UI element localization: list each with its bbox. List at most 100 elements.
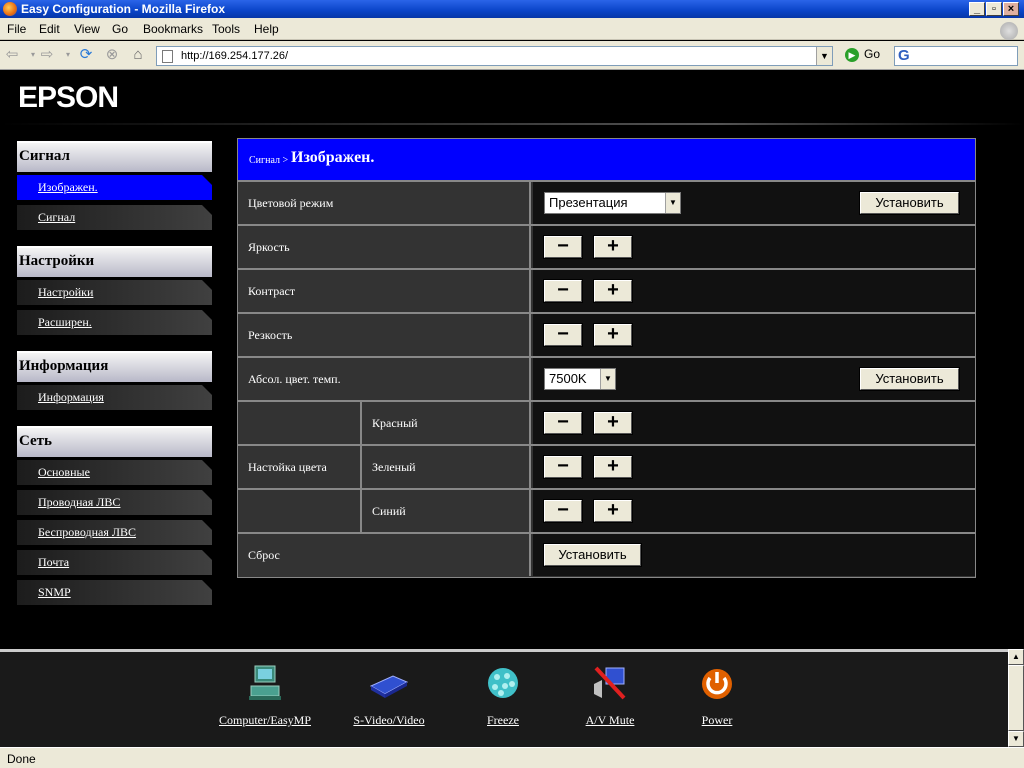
- red-plus-button[interactable]: +: [593, 411, 633, 435]
- vertical-scrollbar[interactable]: ▲ ▼: [1008, 649, 1024, 747]
- search-input[interactable]: G: [894, 46, 1018, 66]
- dock-av-mute-label: A/V Mute: [585, 713, 635, 727]
- row-sharpness: Резкость − +: [238, 314, 975, 358]
- menu-go[interactable]: Go: [112, 22, 128, 36]
- sidebar-item-wired-lan[interactable]: Проводная ЛВС: [17, 490, 212, 515]
- control-dock: Computer/EasyMP S-Video/Video Freeze A/V…: [0, 649, 1008, 747]
- row-blue: Синий − +: [238, 490, 975, 534]
- row-green: Зеленый − +: [238, 446, 975, 490]
- row-reset: Сброс Установить: [238, 534, 975, 578]
- sidebar-item-mail[interactable]: Почта: [17, 550, 212, 575]
- sidebar-header-network: Сеть: [17, 426, 212, 457]
- sidebar-item-wireless-lan[interactable]: Беспроводная ЛВС: [17, 520, 212, 545]
- home-icon[interactable]: ⌂: [129, 46, 147, 64]
- throbber-icon: [1000, 22, 1018, 40]
- row-brightness: Яркость − +: [238, 226, 975, 270]
- maximize-button[interactable]: ▫: [986, 2, 1002, 16]
- sidebar-header-info: Информация: [17, 351, 212, 382]
- scroll-thumb[interactable]: [1008, 665, 1024, 731]
- scroll-down-icon[interactable]: ▼: [1008, 731, 1024, 747]
- sidebar-item-snmp[interactable]: SNMP: [17, 580, 212, 605]
- menu-edit[interactable]: Edit: [39, 22, 60, 36]
- red-minus-button[interactable]: −: [543, 411, 583, 435]
- menu-tools[interactable]: Tools: [212, 22, 240, 36]
- dock-power[interactable]: Power: [694, 664, 740, 728]
- go-icon: ▶: [845, 47, 859, 62]
- forward-icon[interactable]: ⇨: [38, 46, 56, 64]
- settings-panel: Сигнал > Изображен. Цветовой режим Презе…: [237, 138, 976, 578]
- status-bar: Done: [0, 747, 1024, 768]
- green-plus-button[interactable]: +: [593, 455, 633, 479]
- url-text: http://169.254.177.26/: [181, 50, 289, 62]
- red-controls: − +: [533, 402, 975, 444]
- sharpness-plus-button[interactable]: +: [593, 323, 633, 347]
- dock-freeze-label: Freeze: [487, 713, 519, 727]
- color-mode-value: Презентация: [549, 195, 628, 210]
- contrast-minus-button[interactable]: −: [543, 279, 583, 303]
- stop-icon[interactable]: ⊗: [103, 46, 121, 64]
- menu-file[interactable]: File: [7, 22, 26, 36]
- blue-plus-button[interactable]: +: [593, 499, 633, 523]
- dock-av-mute[interactable]: A/V Mute: [578, 664, 642, 728]
- url-bar[interactable]: http://169.254.177.26/ ▼: [156, 46, 833, 66]
- url-dropdown-icon[interactable]: ▼: [816, 47, 832, 65]
- close-button[interactable]: ×: [1003, 2, 1019, 16]
- reload-icon[interactable]: ⟳: [77, 46, 95, 64]
- sidebar-item-advanced[interactable]: Расширен.: [17, 310, 212, 335]
- menu-view[interactable]: View: [74, 22, 100, 36]
- row-color-mode: Цветовой режим Презентация ▼ Установить: [238, 182, 975, 226]
- panel-header: Сигнал > Изображен.: [238, 139, 975, 182]
- red-label: Красный: [360, 402, 531, 444]
- chevron-down-icon: ▼: [600, 369, 615, 389]
- sidebar-header-settings: Настройки: [17, 246, 212, 277]
- brightness-minus-button[interactable]: −: [543, 235, 583, 259]
- row-red: Красный − +: [238, 402, 975, 446]
- menu-help[interactable]: Help: [254, 22, 279, 36]
- menu-bar: File Edit View Go Bookmarks Tools Help: [0, 18, 1024, 40]
- sidebar-item-info[interactable]: Информация: [17, 385, 212, 410]
- dock-freeze[interactable]: Freeze: [480, 664, 526, 728]
- contrast-controls: − +: [533, 270, 975, 312]
- dock-svideo[interactable]: S-Video/Video: [346, 664, 432, 728]
- row-abs-color-temp: Абсол. цвет. темп. 7500K ▼ Установить: [238, 358, 975, 402]
- go-label: Go: [864, 47, 881, 61]
- computer-icon: [249, 665, 281, 700]
- scroll-up-icon[interactable]: ▲: [1008, 649, 1024, 665]
- chevron-down-icon: ▼: [665, 193, 680, 213]
- reset-controls: Установить: [533, 534, 975, 576]
- contrast-label: Контраст: [238, 270, 531, 312]
- back-icon[interactable]: ⇦: [3, 46, 21, 64]
- page-icon: [162, 50, 173, 63]
- sidebar-item-signal[interactable]: Сигнал: [17, 205, 212, 230]
- go-button[interactable]: ▶ Go: [845, 47, 880, 62]
- color-mode-set-button[interactable]: Установить: [859, 191, 960, 215]
- minimize-button[interactable]: _: [969, 2, 985, 16]
- google-icon: G: [898, 47, 910, 64]
- dock-computer-label: Computer/EasyMP: [219, 713, 311, 727]
- sharpness-minus-button[interactable]: −: [543, 323, 583, 347]
- color-temp-select[interactable]: 7500K ▼: [544, 368, 616, 390]
- freeze-icon: [488, 668, 518, 698]
- color-temp-set-button[interactable]: Установить: [859, 367, 960, 391]
- reset-set-button[interactable]: Установить: [543, 543, 642, 567]
- abs-color-temp-label: Абсол. цвет. темп.: [238, 358, 531, 400]
- green-label: Зеленый: [360, 446, 531, 488]
- blue-minus-button[interactable]: −: [543, 499, 583, 523]
- sidebar-item-image[interactable]: Изображен.: [17, 175, 212, 200]
- green-minus-button[interactable]: −: [543, 455, 583, 479]
- brightness-plus-button[interactable]: +: [593, 235, 633, 259]
- epson-logo: EPSON: [18, 81, 119, 114]
- color-mode-select[interactable]: Презентация ▼: [544, 192, 681, 214]
- sharpness-label: Резкость: [238, 314, 531, 356]
- color-mode-label: Цветовой режим: [238, 182, 531, 224]
- power-icon: [702, 669, 732, 699]
- sidebar-header-signal: Сигнал: [17, 141, 212, 172]
- menu-bookmarks[interactable]: Bookmarks: [143, 22, 203, 36]
- window-titlebar: Easy Configuration - Mozilla Firefox _ ▫…: [0, 0, 1024, 18]
- sidebar-item-settings[interactable]: Настройки: [17, 280, 212, 305]
- brightness-controls: − +: [533, 226, 975, 268]
- forward-dropdown-icon[interactable]: ▾: [59, 46, 77, 64]
- dock-computer[interactable]: Computer/EasyMP: [212, 664, 318, 728]
- sidebar-item-basic[interactable]: Основные: [17, 460, 212, 485]
- contrast-plus-button[interactable]: +: [593, 279, 633, 303]
